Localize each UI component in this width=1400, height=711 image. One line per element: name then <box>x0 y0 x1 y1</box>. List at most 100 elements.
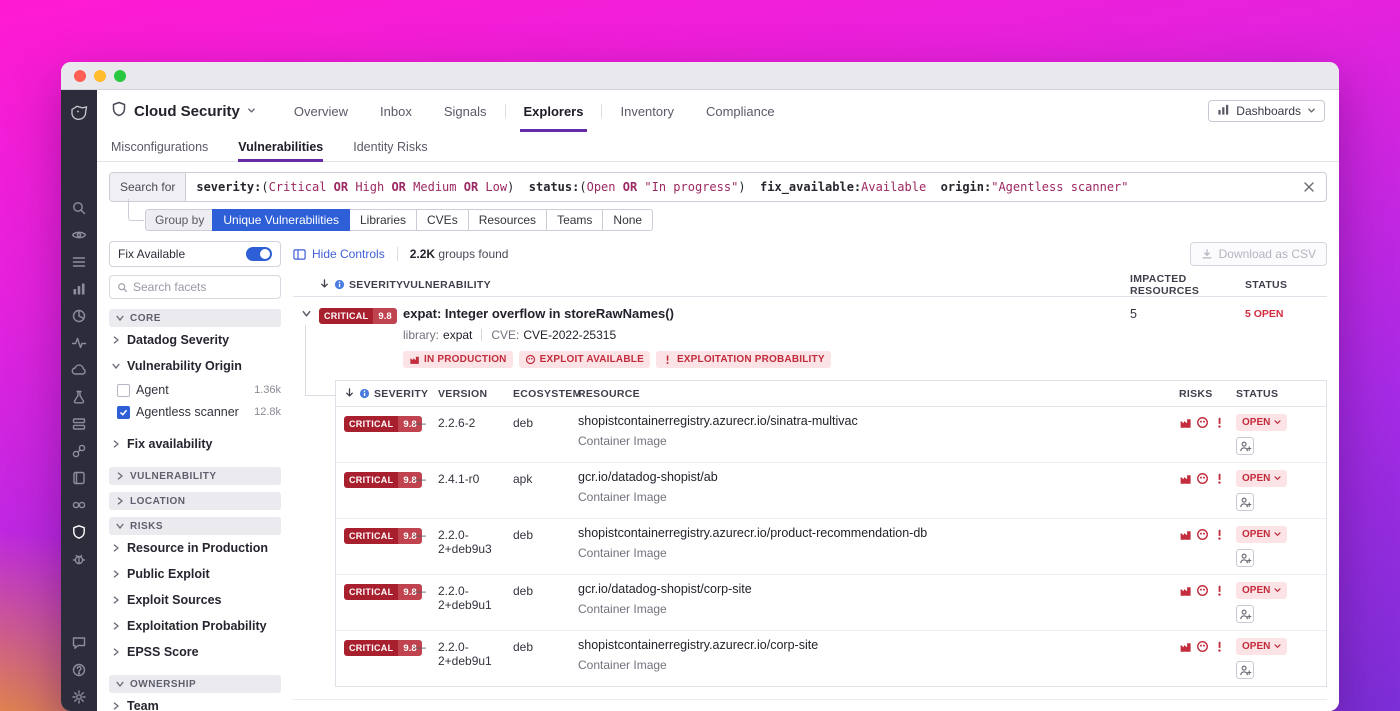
close-window-button[interactable] <box>74 69 86 82</box>
resource-name[interactable]: gcr.io/datadog-shopist/corp-site <box>578 582 1179 596</box>
nav-overview[interactable]: Overview <box>294 90 348 132</box>
nav-inbox[interactable]: Inbox <box>380 90 412 132</box>
column-severity[interactable]: SEVERITY <box>349 279 403 291</box>
fix-available-toggle[interactable] <box>246 247 272 261</box>
chat-icon[interactable] <box>71 635 87 651</box>
infinity-icon[interactable] <box>71 497 87 513</box>
assign-user-button[interactable] <box>1236 605 1254 623</box>
link-icon[interactable] <box>71 443 87 459</box>
status-dropdown[interactable]: OPEN <box>1236 470 1288 487</box>
resource-row[interactable]: CRITICAL 9.8 — 2.2.0-2+deb9u1 deb shopist… <box>336 631 1326 686</box>
clear-search-icon[interactable] <box>1302 180 1316 194</box>
info-icon[interactable] <box>359 388 370 399</box>
group-by-unique-vulnerabilities[interactable]: Unique Vulnerabilities <box>212 209 350 231</box>
facet-header-risks[interactable]: RISKS <box>109 517 281 535</box>
group-by-cves[interactable]: CVEs <box>416 209 469 231</box>
download-csv-button[interactable]: Download as CSV <box>1189 242 1327 266</box>
settings-gear-icon[interactable] <box>71 689 87 705</box>
sort-descending-icon[interactable] <box>319 278 330 292</box>
security-shield-icon[interactable] <box>71 524 87 540</box>
resource-name[interactable]: gcr.io/datadog-shopist/ab <box>578 470 1179 484</box>
watchdog-icon[interactable] <box>71 227 87 243</box>
search-icon[interactable] <box>71 200 87 216</box>
facet-search-input[interactable] <box>133 280 273 294</box>
cloud-icon[interactable] <box>71 362 87 378</box>
facet-vulnerability-origin[interactable]: Vulnerability Origin <box>109 353 281 379</box>
facet-exploit-sources[interactable]: Exploit Sources <box>109 587 281 613</box>
status-dropdown[interactable]: OPEN <box>1236 638 1288 655</box>
facet-epss-score[interactable]: EPSS Score <box>109 639 281 665</box>
minimize-window-button[interactable] <box>94 69 106 82</box>
status-dropdown[interactable]: OPEN <box>1236 526 1288 543</box>
group-by-none[interactable]: None <box>602 209 654 231</box>
column-status[interactable]: STATUS <box>1237 279 1327 291</box>
group-by-resources[interactable]: Resources <box>467 209 548 231</box>
metrics-icon[interactable] <box>71 281 87 297</box>
facet-exploitation-probability[interactable]: Exploitation Probability <box>109 613 281 639</box>
facet-datadog-severity[interactable]: Datadog Severity <box>109 327 281 353</box>
facet-header-core[interactable]: CORE <box>109 309 281 327</box>
hide-controls-button[interactable]: Hide Controls <box>293 247 385 261</box>
facet-header-ownership[interactable]: OWNERSHIP <box>109 675 281 693</box>
status-dropdown[interactable]: OPEN <box>1236 414 1288 431</box>
product-switcher[interactable]: Cloud Security <box>111 101 256 122</box>
notebook-icon[interactable] <box>71 470 87 486</box>
vulnerability-title[interactable]: expat: Integer overflow in storeRawNames… <box>403 306 1122 321</box>
apm-pulse-icon[interactable] <box>71 335 87 351</box>
nav-explorers[interactable]: Explorers <box>519 90 588 132</box>
facet-search[interactable] <box>109 275 281 299</box>
info-icon[interactable] <box>334 279 345 290</box>
pie-chart-icon[interactable] <box>71 308 87 324</box>
search-bar[interactable]: Search for severity:(Critical OR High OR… <box>109 172 1327 202</box>
nav-signals[interactable]: Signals <box>444 90 487 132</box>
facet-header-vulnerability[interactable]: VULNERABILITY <box>109 467 281 485</box>
flask-icon[interactable] <box>71 389 87 405</box>
sort-descending-icon[interactable] <box>344 387 355 401</box>
column-status[interactable]: STATUS <box>1236 388 1318 400</box>
assign-user-button[interactable] <box>1236 437 1254 455</box>
tab-identity-risks[interactable]: Identity Risks <box>353 132 427 161</box>
facet-header-location[interactable]: LOCATION <box>109 492 281 510</box>
dashboards-button[interactable]: Dashboards <box>1208 100 1325 122</box>
group-by-libraries[interactable]: Libraries <box>348 209 418 231</box>
checkbox-unchecked[interactable] <box>117 383 130 397</box>
logs-icon[interactable] <box>71 254 87 270</box>
assign-user-button[interactable] <box>1236 549 1254 567</box>
assign-user-button[interactable] <box>1236 493 1254 511</box>
column-resource[interactable]: RESOURCE <box>578 388 1179 400</box>
cve-id[interactable]: CVE-2022-25315 <box>523 328 616 342</box>
resource-name[interactable]: shopistcontainerregistry.azurecr.io/sina… <box>578 414 1179 428</box>
status-dropdown[interactable]: OPEN <box>1236 582 1288 599</box>
library-name[interactable]: expat <box>443 328 472 342</box>
resource-row[interactable]: CRITICAL 9.8 — 2.2.0-2+deb9u3 deb shopist… <box>336 519 1326 575</box>
resource-name[interactable]: shopistcontainerregistry.azurecr.io/prod… <box>578 526 1179 540</box>
datadog-logo[interactable] <box>68 102 90 129</box>
group-by-teams[interactable]: Teams <box>546 209 604 231</box>
maximize-window-button[interactable] <box>114 69 126 82</box>
column-ecosystem[interactable]: ECOSYSTEM <box>513 388 581 400</box>
bug-icon[interactable] <box>71 551 87 567</box>
facet-option-agentless-scanner[interactable]: Agentless scanner 12.8k <box>109 401 281 423</box>
search-query-input[interactable]: severity:(Critical OR High OR Medium OR … <box>186 180 1292 194</box>
tab-vulnerabilities[interactable]: Vulnerabilities <box>238 132 323 162</box>
resource-row[interactable]: CRITICAL 9.8 — 2.2.6-2 deb shopistcontain… <box>336 407 1326 463</box>
column-vulnerability[interactable]: VULNERABILITY <box>403 279 1122 291</box>
column-version[interactable]: VERSION <box>438 388 513 400</box>
assign-user-button[interactable] <box>1236 661 1254 679</box>
facet-option-agent[interactable]: Agent 1.36k <box>109 379 281 401</box>
layers-icon[interactable] <box>71 416 87 432</box>
column-impacted-resources[interactable]: IMPACTED RESOURCES <box>1122 273 1237 297</box>
column-severity[interactable]: SEVERITY <box>374 388 428 400</box>
facet-fix-availability[interactable]: Fix availability <box>109 431 281 457</box>
resource-row[interactable]: CRITICAL 9.8 — 2.2.0-2+deb9u1 deb gcr.io/… <box>336 575 1326 631</box>
facet-resource-in-production[interactable]: Resource in Production <box>109 535 281 561</box>
collapse-group-icon[interactable] <box>301 308 312 319</box>
help-icon[interactable] <box>71 662 87 678</box>
nav-inventory[interactable]: Inventory <box>620 90 673 132</box>
facet-team[interactable]: Team <box>109 693 281 711</box>
nav-compliance[interactable]: Compliance <box>706 90 775 132</box>
resource-row[interactable]: CRITICAL 9.8 — 2.4.1-r0 apk gcr.io/datado… <box>336 463 1326 519</box>
column-risks[interactable]: RISKS <box>1179 388 1236 400</box>
tab-misconfigurations[interactable]: Misconfigurations <box>111 132 208 161</box>
checkbox-checked[interactable] <box>117 405 130 419</box>
